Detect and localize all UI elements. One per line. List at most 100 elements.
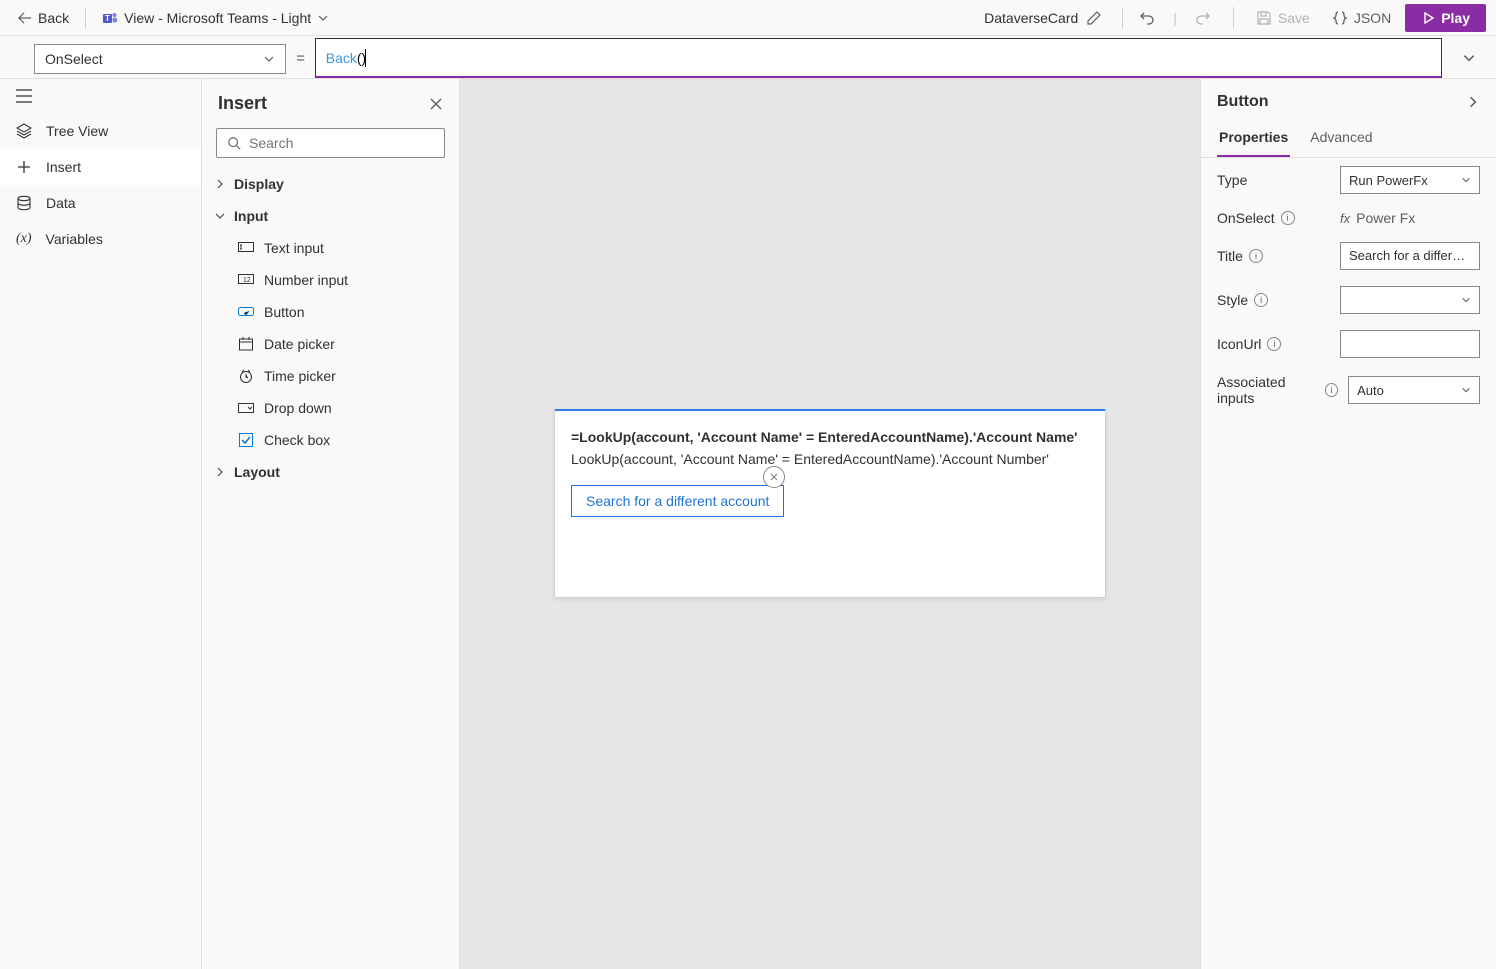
- dropdown-icon: [238, 403, 254, 413]
- undo-button[interactable]: [1131, 5, 1163, 31]
- leaf-label: Check box: [264, 432, 330, 448]
- property-dropdown[interactable]: OnSelect: [34, 44, 286, 74]
- insert-drop-down[interactable]: Drop down: [202, 392, 459, 424]
- teams-icon: T: [102, 10, 118, 26]
- json-button[interactable]: JSON: [1324, 5, 1399, 31]
- json-label: JSON: [1354, 10, 1391, 26]
- button-icon: [238, 306, 254, 318]
- chevron-down-icon: [214, 210, 226, 222]
- chevron-right-icon: [214, 466, 226, 478]
- insert-time-picker[interactable]: Time picker: [202, 360, 459, 392]
- prop-label-associated-inputs: Associated inputs i: [1217, 374, 1338, 406]
- leaf-label: Text input: [264, 240, 324, 256]
- braces-icon: [1332, 10, 1348, 26]
- prop-label-title: Title i: [1217, 248, 1263, 264]
- rail-label: Data: [46, 195, 76, 211]
- prop-onselect-fx-link[interactable]: fx Power Fx: [1340, 210, 1480, 226]
- prop-associated-inputs-dropdown[interactable]: Auto: [1348, 376, 1480, 404]
- prop-label-onselect: OnSelect i: [1217, 210, 1295, 226]
- insert-date-picker[interactable]: Date picker: [202, 328, 459, 360]
- back-button[interactable]: Back: [10, 6, 77, 30]
- prop-title-input[interactable]: Search for a different account: [1340, 242, 1480, 270]
- props-expand-button[interactable]: [1466, 95, 1480, 109]
- rail-label: Tree View: [46, 123, 108, 139]
- insert-search-box[interactable]: [216, 128, 445, 158]
- chevron-down-icon: [1461, 385, 1471, 395]
- group-label: Display: [234, 176, 284, 192]
- redo-icon: [1195, 10, 1211, 26]
- insert-button[interactable]: Button: [202, 296, 459, 328]
- arrow-left-icon: [18, 11, 32, 25]
- chevron-right-icon: [1466, 95, 1480, 109]
- play-label: Play: [1441, 10, 1470, 26]
- leaf-label: Button: [264, 304, 304, 320]
- back-label: Back: [38, 10, 69, 26]
- rail-label: Variables: [46, 231, 103, 247]
- prop-iconurl-input[interactable]: [1340, 330, 1480, 358]
- formula-func: Back: [326, 50, 357, 66]
- save-button[interactable]: Save: [1248, 5, 1318, 31]
- close-icon: [429, 97, 443, 111]
- rail-label: Insert: [46, 159, 81, 175]
- insert-text-input[interactable]: Text input: [202, 232, 459, 264]
- text-input-icon: [238, 242, 254, 254]
- rail-data[interactable]: Data: [0, 185, 201, 221]
- view-dropdown[interactable]: T View - Microsoft Teams - Light: [94, 6, 337, 30]
- search-icon: [227, 136, 241, 150]
- card-name-text: DataverseCard: [984, 10, 1078, 26]
- rail-variables[interactable]: (x) Variables: [0, 221, 201, 257]
- play-button[interactable]: Play: [1405, 4, 1486, 32]
- info-icon[interactable]: i: [1281, 211, 1295, 225]
- rail-insert[interactable]: Insert: [0, 149, 201, 185]
- tab-properties[interactable]: Properties: [1217, 121, 1290, 157]
- divider: |: [1169, 10, 1181, 26]
- delete-element-handle[interactable]: [763, 466, 785, 488]
- divider: [1122, 7, 1123, 29]
- prop-style-dropdown[interactable]: [1340, 286, 1480, 314]
- hamburger-icon: [16, 89, 32, 103]
- group-layout[interactable]: Layout: [202, 456, 459, 488]
- info-icon[interactable]: i: [1249, 249, 1263, 263]
- plus-icon: [16, 159, 32, 175]
- card-subtitle-expression: LookUp(account, 'Account Name' = Entered…: [571, 451, 1089, 467]
- svg-text:12: 12: [243, 277, 251, 284]
- edit-name-button[interactable]: [1086, 10, 1102, 26]
- divider: [1233, 7, 1234, 29]
- database-icon: [16, 195, 32, 211]
- insert-number-input[interactable]: 12 Number input: [202, 264, 459, 296]
- group-display[interactable]: Display: [202, 168, 459, 200]
- prop-assoc-value: Auto: [1357, 383, 1384, 398]
- info-icon[interactable]: i: [1267, 337, 1281, 351]
- redo-button[interactable]: [1187, 5, 1219, 31]
- leaf-label: Drop down: [264, 400, 332, 416]
- group-label: Layout: [234, 464, 280, 480]
- design-canvas[interactable]: =LookUp(account, 'Account Name' = Entere…: [460, 79, 1200, 969]
- divider: [85, 7, 86, 29]
- fx-icon: fx: [1340, 211, 1350, 226]
- group-input[interactable]: Input: [202, 200, 459, 232]
- hamburger-button[interactable]: [16, 89, 185, 103]
- leaf-label: Time picker: [264, 368, 336, 384]
- props-title: Button: [1217, 93, 1269, 111]
- card-search-button[interactable]: Search for a different account: [571, 485, 784, 517]
- leaf-label: Number input: [264, 272, 348, 288]
- chevron-right-icon: [214, 178, 226, 190]
- card-title-expression: =LookUp(account, 'Account Name' = Entere…: [571, 429, 1089, 445]
- close-insert-panel[interactable]: [429, 97, 443, 111]
- calendar-icon: [238, 337, 254, 351]
- tab-advanced[interactable]: Advanced: [1308, 121, 1374, 157]
- prop-type-dropdown[interactable]: Run PowerFx: [1340, 166, 1480, 194]
- formula-bar-input[interactable]: Back(): [315, 38, 1442, 78]
- info-icon[interactable]: i: [1325, 383, 1338, 397]
- save-label: Save: [1278, 10, 1310, 26]
- card-preview[interactable]: =LookUp(account, 'Account Name' = Entere…: [554, 409, 1106, 598]
- rail-tree-view[interactable]: Tree View: [0, 113, 201, 149]
- insert-search-input[interactable]: [249, 135, 434, 151]
- formula-expand-button[interactable]: [1452, 38, 1486, 78]
- insert-check-box[interactable]: Check box: [202, 424, 459, 456]
- prop-label-style: Style i: [1217, 292, 1268, 308]
- svg-text:T: T: [105, 14, 110, 23]
- fx-text: Power Fx: [1356, 210, 1415, 226]
- property-value: OnSelect: [45, 51, 103, 67]
- info-icon[interactable]: i: [1254, 293, 1268, 307]
